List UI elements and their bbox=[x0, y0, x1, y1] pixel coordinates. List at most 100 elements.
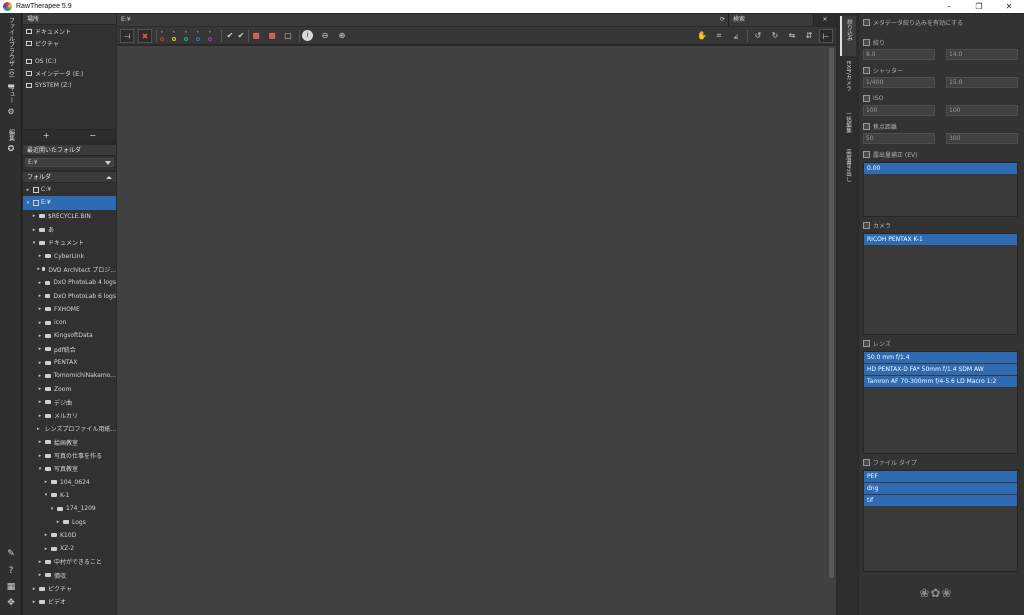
add-place-button[interactable]: + bbox=[23, 130, 70, 141]
collapsed-arrow-icon[interactable]: ▸ bbox=[37, 373, 43, 379]
lens-filter-toggle[interactable]: レンズ bbox=[863, 339, 891, 348]
tree-row[interactable]: ▸ ピクチャ bbox=[23, 582, 116, 595]
tab-batch[interactable]: 一括編集 bbox=[840, 108, 856, 144]
tree-row[interactable]: ▸ レンズプロファイル用紙... bbox=[23, 422, 116, 435]
panel-icon[interactable]: ⊢ bbox=[819, 29, 833, 43]
collapsed-arrow-icon[interactable]: ▸ bbox=[37, 453, 43, 459]
expanded-arrow-icon[interactable]: ▾ bbox=[49, 506, 55, 512]
color-label-icon[interactable] bbox=[208, 37, 212, 41]
filetype-item[interactable]: dng bbox=[864, 483, 1017, 495]
filetype-item[interactable]: PEF bbox=[864, 471, 1017, 483]
collapsed-arrow-icon[interactable]: ▸ bbox=[37, 572, 43, 578]
tree-row[interactable]: ▸ Logs bbox=[23, 515, 116, 528]
color-label-icon[interactable] bbox=[172, 37, 176, 41]
collapsed-arrow-icon[interactable]: ▸ bbox=[43, 479, 49, 485]
tree-row[interactable]: ▸ C:¥ bbox=[23, 183, 116, 196]
expanded-arrow-icon[interactable]: ▾ bbox=[25, 200, 31, 206]
collapsed-arrow-icon[interactable]: ▸ bbox=[37, 253, 43, 259]
collapsed-arrow-icon[interactable]: ▸ bbox=[31, 599, 37, 605]
collapsed-arrow-icon[interactable]: ▸ bbox=[31, 586, 37, 592]
collapsed-arrow-icon[interactable]: ▸ bbox=[37, 386, 43, 392]
saved-icon[interactable]: ✔ bbox=[234, 29, 248, 43]
recent-folder-select[interactable]: E:¥ bbox=[25, 158, 114, 167]
camera-filter-toggle[interactable]: カメラ bbox=[863, 221, 891, 230]
collapsed-arrow-icon[interactable]: ▸ bbox=[31, 227, 37, 233]
shutter-from-input[interactable]: 1/400 bbox=[863, 77, 935, 88]
collapsed-arrow-icon[interactable]: ▸ bbox=[37, 320, 43, 326]
tree-row[interactable]: ▾ E:¥ bbox=[23, 196, 116, 210]
straighten-icon[interactable]: ⦤ bbox=[729, 29, 743, 43]
collapsed-arrow-icon[interactable]: ▸ bbox=[25, 187, 31, 193]
remove-place-button[interactable]: − bbox=[70, 130, 117, 141]
collapsed-arrow-icon[interactable]: ▸ bbox=[37, 293, 43, 299]
place-drive-e[interactable]: メインデータ (E:) bbox=[23, 67, 116, 79]
collapsed-arrow-icon[interactable]: ▸ bbox=[43, 546, 49, 552]
collapse-up-icon[interactable] bbox=[106, 176, 112, 179]
filetype-filter-toggle[interactable]: ファイル タイプ bbox=[863, 458, 917, 467]
tab-current-folder[interactable]: E:¥ ⟳ bbox=[117, 14, 729, 26]
aperture-filter-toggle[interactable]: 絞り bbox=[863, 38, 885, 47]
zoom-in-icon[interactable]: ⊕ bbox=[335, 29, 349, 43]
tree-row[interactable]: ▸ TomomichiNakamo... bbox=[23, 369, 116, 382]
aperture-from-input[interactable]: 8.0 bbox=[863, 49, 935, 60]
expanded-arrow-icon[interactable]: ▾ bbox=[37, 466, 43, 472]
collapsed-arrow-icon[interactable]: ▸ bbox=[37, 399, 43, 405]
untrash-icon[interactable]: ■ bbox=[265, 29, 279, 43]
lens-item[interactable]: HD PENTAX-D FA* 50mm f/1.4 SDM AW bbox=[864, 364, 1017, 376]
expanded-arrow-icon[interactable]: ▾ bbox=[31, 240, 37, 246]
flip-v-icon[interactable]: ⇵ bbox=[802, 29, 816, 43]
collapsed-arrow-icon[interactable]: ▸ bbox=[31, 213, 37, 219]
tree-row[interactable]: ▸ pdf統合 bbox=[23, 343, 116, 356]
tree-row[interactable]: ▸ DxO PhotoLab 4 logs bbox=[23, 276, 116, 289]
expcomp-item[interactable]: 0.00 bbox=[864, 163, 1017, 175]
tree-row[interactable]: ▸ CyberLink bbox=[23, 249, 116, 262]
iso-from-input[interactable]: 100 bbox=[863, 105, 935, 116]
minimize-button[interactable]: – bbox=[934, 0, 964, 13]
rating-star-icon[interactable]: ★ bbox=[184, 29, 188, 34]
tree-row[interactable]: ▸ PENTAX bbox=[23, 356, 116, 369]
tree-row[interactable]: ▸ FXHOME bbox=[23, 303, 116, 316]
lens-item[interactable]: 50.0 mm f/1.4 bbox=[864, 352, 1017, 364]
lens-item[interactable]: Tamron AF 70-300mm f/4-5.6 LD Macro 1:2 bbox=[864, 376, 1017, 388]
tree-row[interactable]: ▸ DVD Architect プロジ... bbox=[23, 263, 116, 276]
tree-row[interactable]: ▸ メルカリ bbox=[23, 409, 116, 422]
focal-from-input[interactable]: 50 bbox=[863, 133, 935, 144]
file-browser-area[interactable] bbox=[117, 46, 836, 615]
collapsed-arrow-icon[interactable]: ▸ bbox=[37, 360, 43, 366]
rating-star-icon[interactable]: ★ bbox=[196, 29, 200, 34]
tab-file-browser[interactable]: ファイルブラウザ (0) ▬ bbox=[0, 17, 22, 91]
shutter-filter-toggle[interactable]: シャッター bbox=[863, 66, 903, 75]
expcomp-filter-toggle[interactable]: 露出量補正 (EV) bbox=[863, 150, 918, 159]
tab-filter[interactable]: 絞り込み bbox=[840, 16, 856, 56]
preferences-icon[interactable]: ✥ bbox=[5, 597, 17, 609]
color-label-icon[interactable] bbox=[196, 37, 200, 41]
tree-row[interactable]: ▸ あ bbox=[23, 223, 116, 236]
grid-icon[interactable]: ▦ bbox=[5, 581, 17, 593]
rating-star-icon[interactable]: ★ bbox=[208, 29, 212, 34]
expanded-arrow-icon[interactable]: ▾ bbox=[43, 492, 49, 498]
help-icon[interactable]: ? bbox=[5, 565, 17, 577]
maximize-button[interactable]: ❐ bbox=[964, 0, 994, 13]
tree-row[interactable]: ▸ XZ-2 bbox=[23, 542, 116, 555]
tab-export[interactable]: 高度書き出し bbox=[840, 146, 856, 192]
collapsed-arrow-icon[interactable]: ▸ bbox=[37, 559, 43, 565]
color-label-icon[interactable] bbox=[184, 37, 188, 41]
place-documents[interactable]: ドキュメント bbox=[23, 25, 116, 37]
collapsed-arrow-icon[interactable]: ▸ bbox=[37, 413, 43, 419]
color-label-icon[interactable] bbox=[160, 37, 164, 41]
collapsed-arrow-icon[interactable]: ▸ bbox=[37, 346, 43, 352]
color-picker-icon[interactable]: ✎ bbox=[5, 548, 17, 560]
center-close-button[interactable]: ✕ bbox=[814, 14, 836, 26]
iso-filter-toggle[interactable]: ISO bbox=[863, 94, 883, 103]
rotate-right-icon[interactable]: ↻ bbox=[768, 29, 782, 43]
tree-row[interactable]: ▸ 写真の仕事を作る bbox=[23, 449, 116, 462]
rotate-left-icon[interactable]: ↺ bbox=[751, 29, 765, 43]
refresh-icon[interactable]: ⟳ bbox=[720, 14, 725, 26]
zoom-out-icon[interactable]: ⊖ bbox=[318, 29, 332, 43]
collapsed-arrow-icon[interactable]: ▸ bbox=[37, 280, 43, 286]
collapsed-arrow-icon[interactable]: ▸ bbox=[43, 532, 49, 538]
collapse-icon[interactable]: ⊣ bbox=[120, 29, 134, 43]
focal-filter-toggle[interactable]: 焦点距離 bbox=[863, 122, 897, 131]
collapsed-arrow-icon[interactable]: ▸ bbox=[55, 519, 61, 525]
browser-scrollbar[interactable] bbox=[829, 48, 834, 578]
